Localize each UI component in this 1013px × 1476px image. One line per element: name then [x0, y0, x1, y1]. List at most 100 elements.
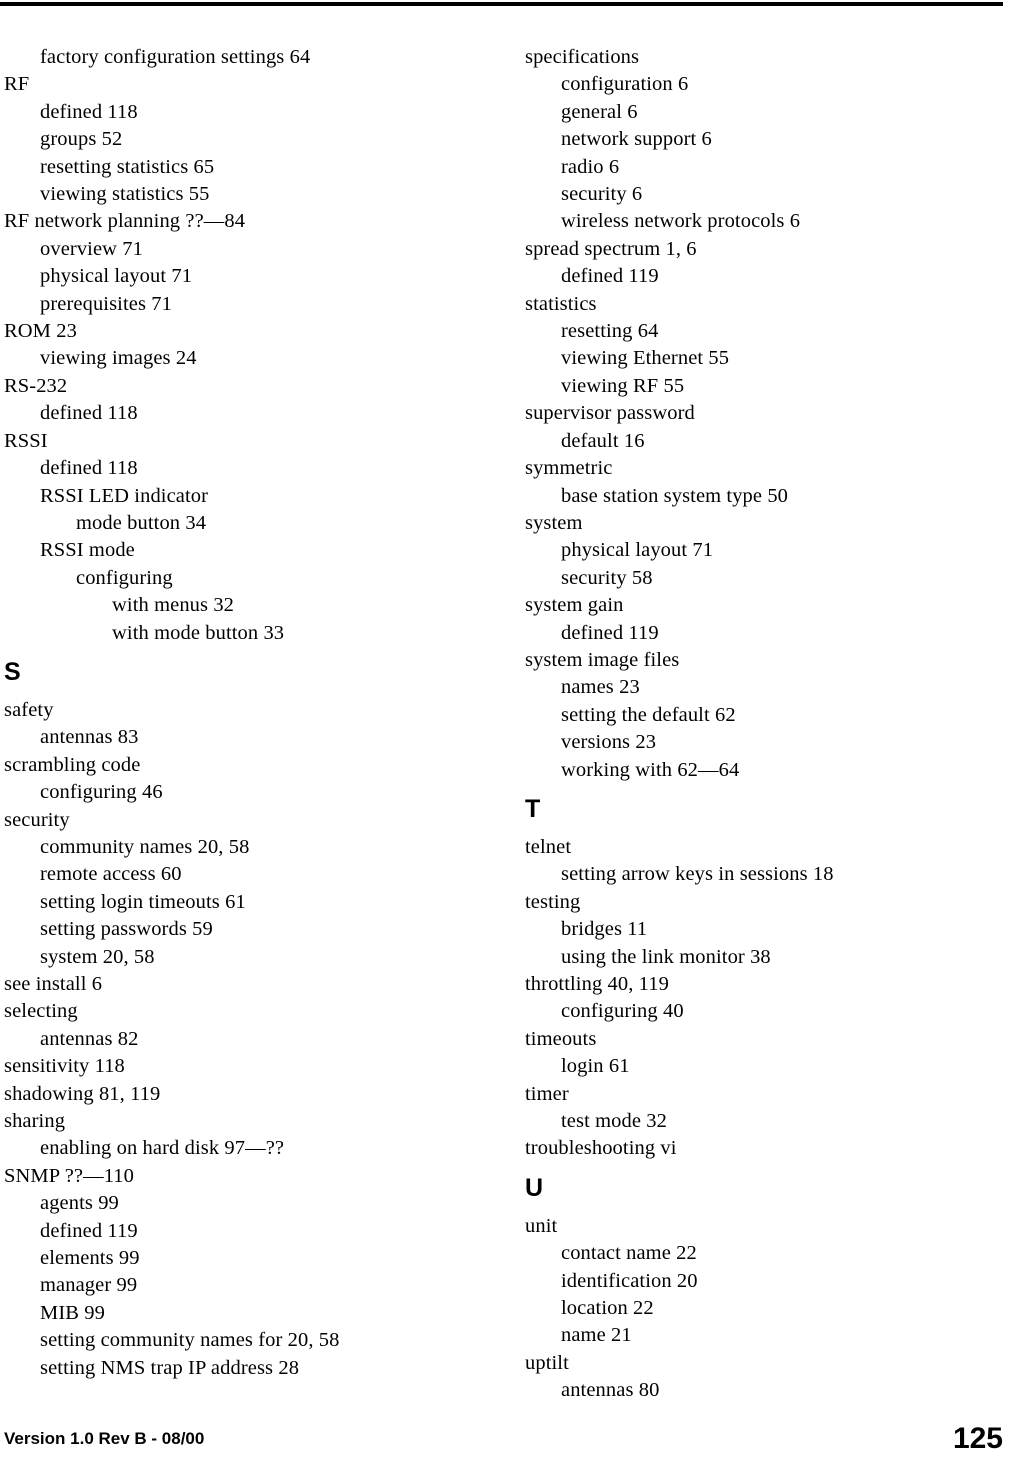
index-entry: system image files — [525, 648, 680, 671]
index-entry: troubleshooting vi — [525, 1137, 677, 1160]
index-entry: configuration 6 — [561, 73, 689, 96]
index-entry: sensitivity 118 — [4, 1055, 125, 1078]
index-entry: security 6 — [561, 183, 643, 206]
index-entry: with menus 32 — [112, 594, 235, 617]
index-entry: supervisor password — [525, 402, 695, 425]
index-entry: defined 119 — [40, 1219, 138, 1242]
index-entry: RSSI mode — [40, 539, 135, 562]
index-entry: telnet — [525, 835, 572, 858]
index-entry: specifications — [525, 46, 640, 68]
index-entry: system 20, 58 — [40, 945, 155, 968]
index-entry: groups 52 — [40, 128, 123, 151]
index-entry: MIB 99 — [40, 1301, 105, 1324]
index-entry: defined 118 — [40, 100, 138, 123]
index-entry: test mode 32 — [561, 1110, 667, 1133]
index-entry: viewing statistics 55 — [40, 183, 210, 206]
index-entry: scrambling code — [4, 753, 141, 776]
index-entry: antennas 80 — [561, 1379, 660, 1402]
index-entry: safety — [4, 698, 54, 721]
index-entry: security — [4, 808, 70, 831]
index-entry: setting NMS trap IP address 28 — [40, 1356, 300, 1379]
footer-page-number: 125 — [952, 1422, 1003, 1455]
index-entry: prerequisites 71 — [40, 292, 172, 315]
index-entry: physical layout 71 — [40, 265, 193, 288]
index-entry: name 21 — [561, 1324, 632, 1347]
index-entry: symmetric — [525, 457, 613, 480]
index-entry: antennas 82 — [40, 1027, 139, 1050]
page-footer: Version 1.0 Rev B - 08/00 125 — [0, 1422, 1013, 1462]
index-entry: defined 119 — [561, 621, 659, 644]
index-entry: RF network planning ??—84 — [4, 210, 246, 233]
index-entry: names 23 — [561, 676, 640, 699]
index-entry: remote access 60 — [40, 863, 182, 886]
index-entry: configuring — [76, 566, 173, 589]
index-entry: wireless network protocols 6 — [561, 210, 801, 233]
index-entry: uptilt — [525, 1351, 569, 1374]
index-entry: manager 99 — [40, 1274, 138, 1297]
index-entry: location 22 — [561, 1297, 654, 1320]
index-entry: login 61 — [561, 1055, 630, 1078]
index-entry: factory configuration settings 64 — [40, 46, 311, 68]
index-entry: network support 6 — [561, 128, 712, 151]
index-entry: configuring 46 — [40, 781, 163, 804]
index-entry: physical layout 71 — [561, 539, 714, 562]
index-entry: see install 6 — [4, 973, 103, 995]
index-section-heading: T — [525, 794, 541, 823]
index-entry: configuring 40 — [561, 1000, 684, 1023]
index-entry: system — [525, 511, 583, 534]
index-entry: throttling 40, 119 — [525, 973, 669, 995]
index-entry: security 58 — [561, 566, 653, 589]
index-entry: identification 20 — [561, 1269, 698, 1292]
index-entry: mode button 34 — [76, 511, 207, 534]
index-entry: enabling on hard disk 97—?? — [40, 1137, 285, 1160]
index-entry: defined 119 — [561, 265, 659, 288]
index-entry: using the link monitor 38 — [561, 945, 771, 968]
index-entry: with mode button 33 — [112, 621, 285, 644]
index-entry: viewing Ethernet 55 — [561, 347, 730, 370]
index-entry: testing — [525, 890, 581, 913]
index-entry: RSSI LED indicator — [40, 484, 209, 507]
index-entry: selecting — [4, 1000, 78, 1023]
index-entry: setting passwords 59 — [40, 918, 213, 941]
index-entry: RSSI — [4, 429, 48, 452]
index-entry: defined 118 — [40, 457, 138, 480]
index-entry: setting community names for 20, 58 — [40, 1329, 340, 1352]
index-entry: bridges 11 — [561, 918, 648, 941]
index-entry: base station system type 50 — [561, 484, 789, 507]
index-entry: agents 99 — [40, 1192, 119, 1215]
index-entry: system gain — [525, 594, 624, 617]
header-rule — [0, 2, 1003, 6]
index-column-right: specifications configuration 6 general 6 ne… — [525, 44, 995, 1405]
index-entry: radio 6 — [561, 155, 620, 178]
index-entry: elements 99 — [40, 1247, 140, 1270]
index-entry: defined 118 — [40, 402, 138, 425]
index-entry: contact name 22 — [561, 1242, 697, 1265]
index-entry: sharing — [4, 1110, 66, 1133]
index-entry: shadowing 81, 119 — [4, 1082, 161, 1105]
index-entry: viewing RF 55 — [561, 374, 685, 397]
index-page: factory configuration settings 64 RF defin… — [0, 0, 1013, 1476]
index-entry: resetting 64 — [561, 320, 659, 343]
index-entry: resetting statistics 65 — [40, 155, 215, 178]
index-entry: setting arrow keys in sessions 18 — [561, 863, 834, 886]
index-entry: default 16 — [561, 429, 645, 452]
index-entry: antennas 83 — [40, 726, 139, 749]
index-entry: general 6 — [561, 100, 638, 123]
index-entry: RF — [4, 73, 30, 96]
index-section-heading: U — [525, 1173, 544, 1202]
index-section-heading: S — [4, 657, 21, 686]
index-entry: statistics — [525, 292, 597, 315]
index-entry: unit — [525, 1214, 558, 1237]
index-entry: working with 62—64 — [561, 758, 740, 781]
index-entry: RS-232 — [4, 374, 68, 397]
index-column-left: factory configuration settings 64 RF defin… — [4, 44, 474, 1382]
index-entry: timeouts — [525, 1027, 597, 1050]
index-entry: SNMP ??—110 — [4, 1164, 134, 1187]
index-entry: spread spectrum 1, 6 — [525, 237, 697, 260]
index-entry: viewing images 24 — [40, 347, 197, 370]
index-entry: setting the default 62 — [561, 703, 736, 726]
index-entry: overview 71 — [40, 237, 143, 260]
index-entry: ROM 23 — [4, 320, 77, 343]
index-entry: versions 23 — [561, 731, 657, 754]
index-entry: setting login timeouts 61 — [40, 890, 246, 913]
